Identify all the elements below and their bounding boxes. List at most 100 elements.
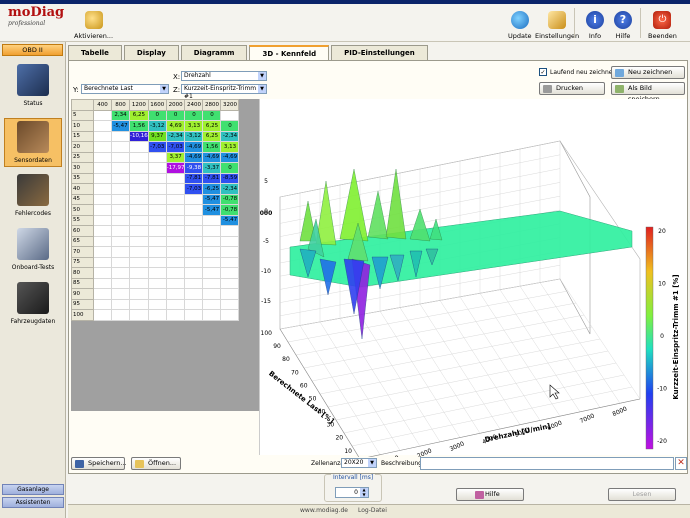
table-cell[interactable]	[202, 298, 222, 310]
table-cell[interactable]	[129, 193, 149, 205]
table-cell[interactable]	[184, 267, 204, 279]
table-cell[interactable]	[184, 246, 204, 258]
table-cell[interactable]	[93, 235, 112, 247]
surface-plot-svg[interactable]: 50-5-10-15000100908070605040302010100020…	[260, 99, 688, 467]
table-cell[interactable]	[184, 214, 204, 226]
table-cell[interactable]: 1,56	[129, 120, 149, 132]
settings-button[interactable]: Einstellungen	[535, 6, 579, 40]
table-cell[interactable]	[129, 141, 149, 153]
table-cell[interactable]: -4,69	[184, 141, 204, 153]
table-cell[interactable]	[165, 256, 186, 268]
table-cell[interactable]	[147, 235, 167, 247]
table-cell[interactable]	[93, 256, 112, 268]
sidebar-item-onboard-tests[interactable]: Onboard-Tests	[4, 228, 62, 271]
table-cell[interactable]	[202, 288, 222, 300]
sidebar-item-fahrzeugdaten[interactable]: Fahrzeugdaten	[4, 282, 62, 325]
table-cell[interactable]	[93, 288, 112, 300]
help-button[interactable]: ? Hilfe	[614, 6, 632, 40]
table-cell[interactable]: -2,34	[220, 130, 240, 142]
table-cell[interactable]	[93, 109, 112, 121]
table-cell[interactable]	[111, 225, 130, 237]
table-cell[interactable]: -5,47	[202, 204, 222, 216]
x-axis-select[interactable]: Drehzahl ▼	[181, 71, 267, 81]
sidebar-header-obd[interactable]: OBD II	[2, 44, 63, 56]
table-cell[interactable]	[93, 309, 112, 321]
table-cell[interactable]	[184, 288, 204, 300]
table-cell[interactable]	[129, 267, 149, 279]
sidebar-item-status[interactable]: Status	[4, 64, 62, 107]
table-cell[interactable]: 0	[165, 109, 186, 121]
table-cell[interactable]	[129, 172, 149, 184]
table-cell[interactable]: 2,34	[111, 109, 130, 121]
table-cell[interactable]: -8,59	[220, 172, 240, 184]
y-axis-select[interactable]: Berechnete Last ▼	[81, 84, 169, 94]
checkbox-checked-icon[interactable]: ✓	[539, 68, 547, 76]
table-cell[interactable]	[93, 204, 112, 216]
live-redraw-checkbox-row[interactable]: ✓ Laufend neu zeichnen	[539, 68, 616, 76]
table-cell[interactable]	[129, 288, 149, 300]
table-cell[interactable]	[202, 235, 222, 247]
table-cell[interactable]	[165, 288, 186, 300]
interval-stepper[interactable]: 0 ▲ ▼	[335, 487, 369, 498]
table-cell[interactable]	[93, 193, 112, 205]
save-image-button[interactable]: Als Bild speichern	[611, 82, 685, 103]
table-cell[interactable]: -4,69	[220, 151, 240, 163]
table-cell[interactable]: -5,47	[202, 193, 222, 205]
table-cell[interactable]	[165, 204, 186, 216]
table-cell[interactable]	[147, 277, 167, 289]
table-cell[interactable]: 0	[220, 162, 240, 174]
table-cell[interactable]	[147, 193, 167, 205]
table-cell[interactable]	[184, 235, 204, 247]
table-cell[interactable]	[129, 235, 149, 247]
tab-pid-einstellungen[interactable]: PID-Einstellungen	[331, 45, 428, 60]
print-button[interactable]: Drucken	[539, 82, 605, 95]
table-cell[interactable]	[93, 298, 112, 310]
table-cell[interactable]	[147, 267, 167, 279]
table-cell[interactable]: 0	[184, 109, 204, 121]
table-cell[interactable]	[147, 183, 167, 195]
table-cell[interactable]	[93, 141, 112, 153]
table-cell[interactable]	[220, 256, 240, 268]
table-cell[interactable]: -3,12	[147, 120, 167, 132]
table-cell[interactable]	[111, 298, 130, 310]
table-cell[interactable]: 6,25	[202, 130, 222, 142]
table-cell[interactable]	[220, 267, 240, 279]
table-cell[interactable]	[111, 309, 130, 321]
table-cell[interactable]	[129, 151, 149, 163]
table-cell[interactable]	[93, 120, 112, 132]
tab-3d-kennfeld[interactable]: 3D - Kennfeld	[249, 45, 330, 61]
table-cell[interactable]	[111, 141, 130, 153]
info-button[interactable]: i Info	[586, 6, 604, 40]
table-cell[interactable]	[111, 130, 130, 142]
table-cell[interactable]: -3,12	[184, 130, 204, 142]
table-cell[interactable]	[165, 183, 186, 195]
table-cell[interactable]: 9,37	[147, 130, 167, 142]
table-cell[interactable]	[111, 183, 130, 195]
table-cell[interactable]	[165, 277, 186, 289]
table-cell[interactable]	[165, 267, 186, 279]
table-cell[interactable]	[93, 162, 112, 174]
table-cell[interactable]	[129, 298, 149, 310]
table-cell[interactable]	[165, 309, 186, 321]
table-cell[interactable]	[147, 151, 167, 163]
table-cell[interactable]	[184, 256, 204, 268]
update-button[interactable]: Update	[508, 6, 532, 40]
table-cell[interactable]	[93, 246, 112, 258]
table-cell[interactable]	[129, 225, 149, 237]
stepper-arrows-icon[interactable]: ▲ ▼	[360, 487, 368, 497]
table-cell[interactable]	[111, 246, 130, 258]
table-cell[interactable]	[202, 277, 222, 289]
table-cell[interactable]	[93, 130, 112, 142]
table-cell[interactable]	[184, 277, 204, 289]
table-cell[interactable]	[93, 267, 112, 279]
table-cell[interactable]	[147, 288, 167, 300]
table-cell[interactable]: -7,81	[184, 172, 204, 184]
table-cell[interactable]	[220, 109, 240, 121]
table-cell[interactable]	[147, 246, 167, 258]
table-cell[interactable]	[93, 214, 112, 226]
table-cell[interactable]	[165, 235, 186, 247]
table-cell[interactable]	[111, 256, 130, 268]
table-cell[interactable]: -9,38	[184, 162, 204, 174]
table-cell[interactable]: -10,16	[129, 130, 149, 142]
table-cell[interactable]	[184, 193, 204, 205]
